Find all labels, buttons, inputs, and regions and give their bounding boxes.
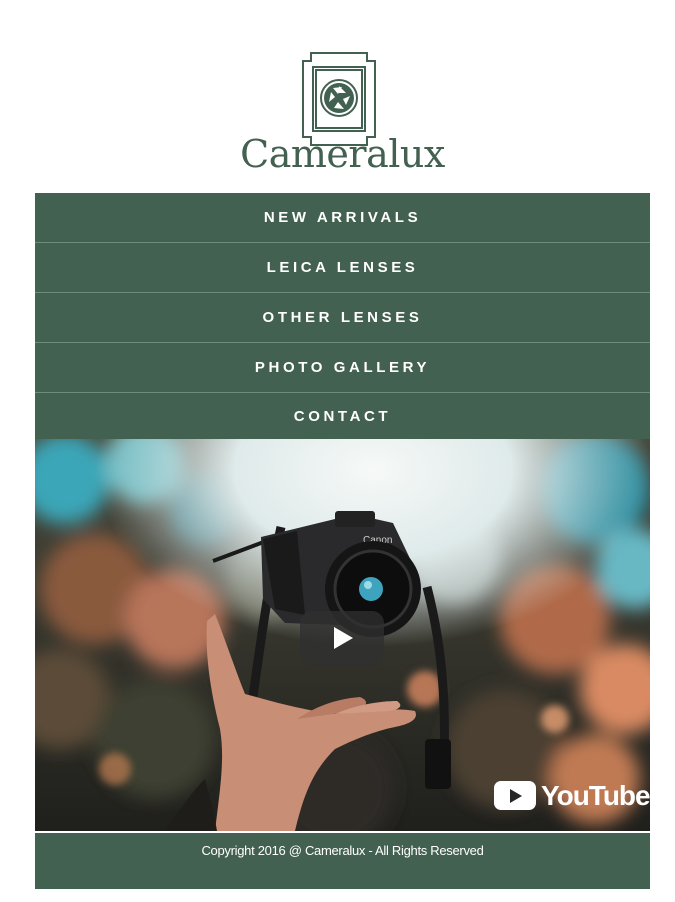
nav-item-photo-gallery[interactable]: PHOTO GALLERY bbox=[35, 343, 650, 393]
main-nav: NEW ARRIVALS LEICA LENSES OTHER LENSES P… bbox=[35, 193, 650, 440]
nav-item-leica-lenses[interactable]: LEICA LENSES bbox=[35, 243, 650, 293]
youtube-play-icon bbox=[494, 781, 536, 810]
nav-item-other-lenses[interactable]: OTHER LENSES bbox=[35, 293, 650, 343]
play-button[interactable] bbox=[300, 611, 384, 665]
nav-item-contact[interactable]: CONTACT bbox=[35, 393, 650, 440]
youtube-wordmark: YouTube bbox=[541, 780, 650, 811]
copyright-text: Copyright 2016 @ Cameralux - All Rights … bbox=[201, 843, 484, 858]
video-player[interactable]: Canon YouTube bbox=[35, 439, 650, 831]
youtube-logo[interactable]: YouTube bbox=[494, 779, 650, 813]
nav-item-new-arrivals[interactable]: NEW ARRIVALS bbox=[35, 193, 650, 243]
brand-name: Cameralux bbox=[240, 132, 445, 176]
site-logo[interactable]: Cameralux bbox=[0, 48, 675, 180]
footer: Copyright 2016 @ Cameralux - All Rights … bbox=[35, 833, 650, 889]
